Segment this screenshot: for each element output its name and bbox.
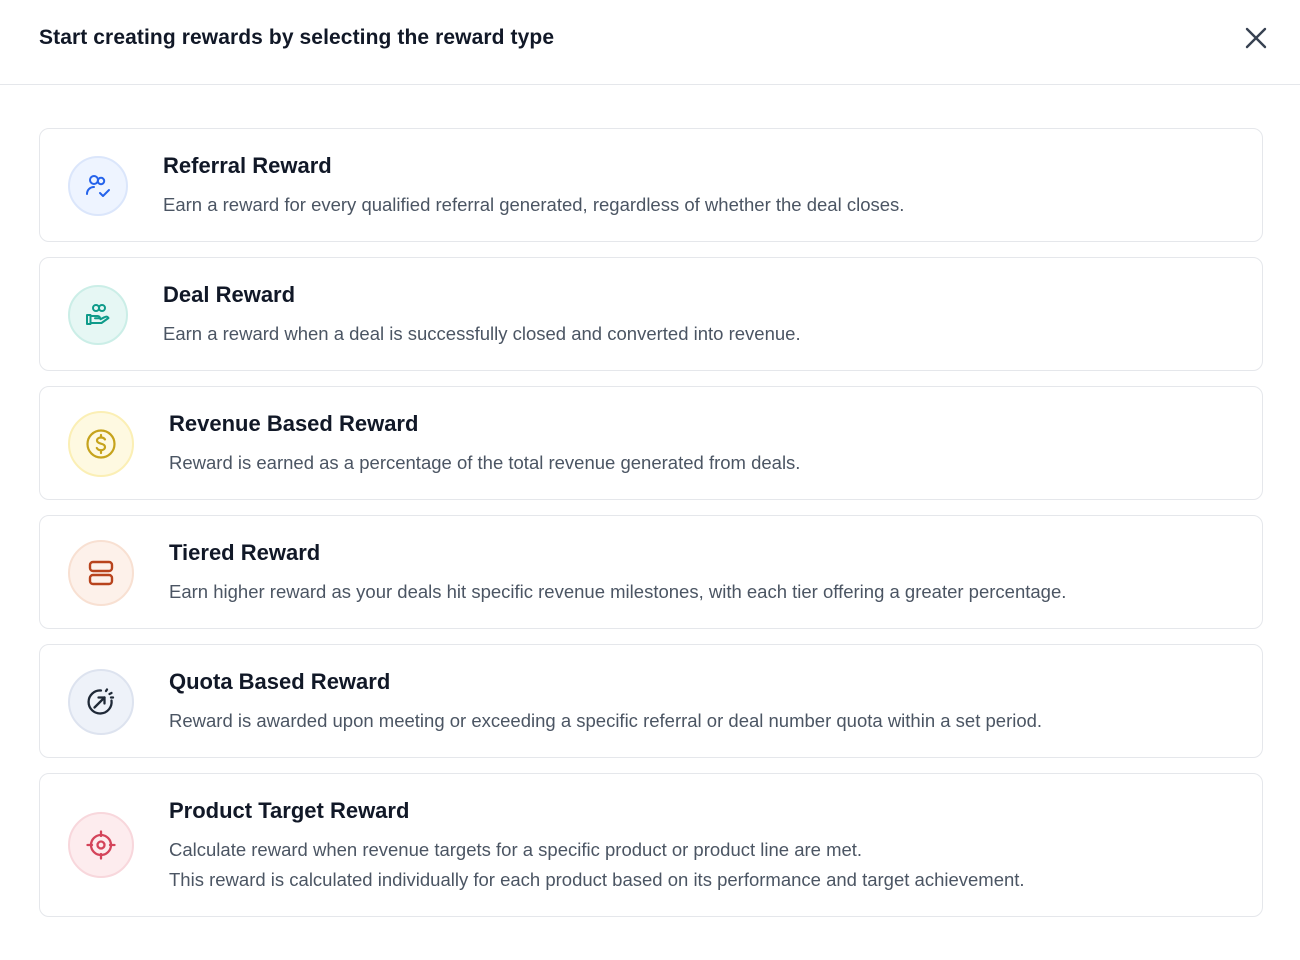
dollar-circle-icon [86,429,116,459]
tiered-icon-badge [68,540,134,606]
reward-description: Reward is awarded upon meeting or exceed… [169,710,1043,731]
reward-option-quota-based[interactable]: Quota Based Reward Reward is awarded upo… [39,644,1263,758]
close-icon [1245,27,1267,49]
reward-description: Earn higher reward as your deals hit spe… [169,581,1067,602]
reward-description-line: Calculate reward when revenue targets fo… [169,839,863,860]
reward-option-deal[interactable]: Deal Reward Earn a reward when a deal is… [39,257,1263,371]
quota-icon-badge [68,669,134,735]
reward-description: Calculate reward when revenue targets fo… [169,835,1025,895]
revenue-icon-badge [68,411,134,477]
reward-description: Earn a reward for every qualified referr… [163,194,905,215]
reward-title: Deal Reward [163,282,296,307]
modal-title: Start creating rewards by selecting the … [39,26,555,49]
reward-title: Tiered Reward [169,540,321,565]
close-button[interactable] [1240,22,1272,54]
hand-coins-icon [86,304,110,325]
reward-option-revenue-based[interactable]: Revenue Based Reward Reward is earned as… [39,386,1263,500]
reward-title: Quota Based Reward [169,669,391,694]
users-check-icon [86,175,110,197]
reward-title: Referral Reward [163,153,332,178]
reward-description-line: This reward is calculated individually f… [169,869,1025,890]
modal-header: Start creating rewards by selecting the … [0,0,1300,85]
reward-title: Revenue Based Reward [169,411,419,436]
reward-type-modal: Start creating rewards by selecting the … [0,0,1300,960]
reward-description: Earn a reward when a deal is successfull… [163,323,801,344]
reward-description: Reward is earned as a percentage of the … [169,452,801,473]
reward-option-referral[interactable]: Referral Reward Earn a reward for every … [39,128,1263,242]
reward-title: Product Target Reward [169,798,410,823]
reward-option-product-target[interactable]: Product Target Reward Calculate reward w… [39,773,1263,917]
tiers-icon [88,560,114,586]
referral-icon-badge [68,156,128,216]
target-arrow-icon [87,688,115,715]
deal-icon-badge [68,285,128,345]
reward-option-tiered[interactable]: Tiered Reward Earn higher reward as your… [39,515,1263,629]
crosshair-icon [86,830,116,860]
product-target-icon-badge [68,812,134,878]
reward-type-list: Referral Reward Earn a reward for every … [39,128,1263,932]
